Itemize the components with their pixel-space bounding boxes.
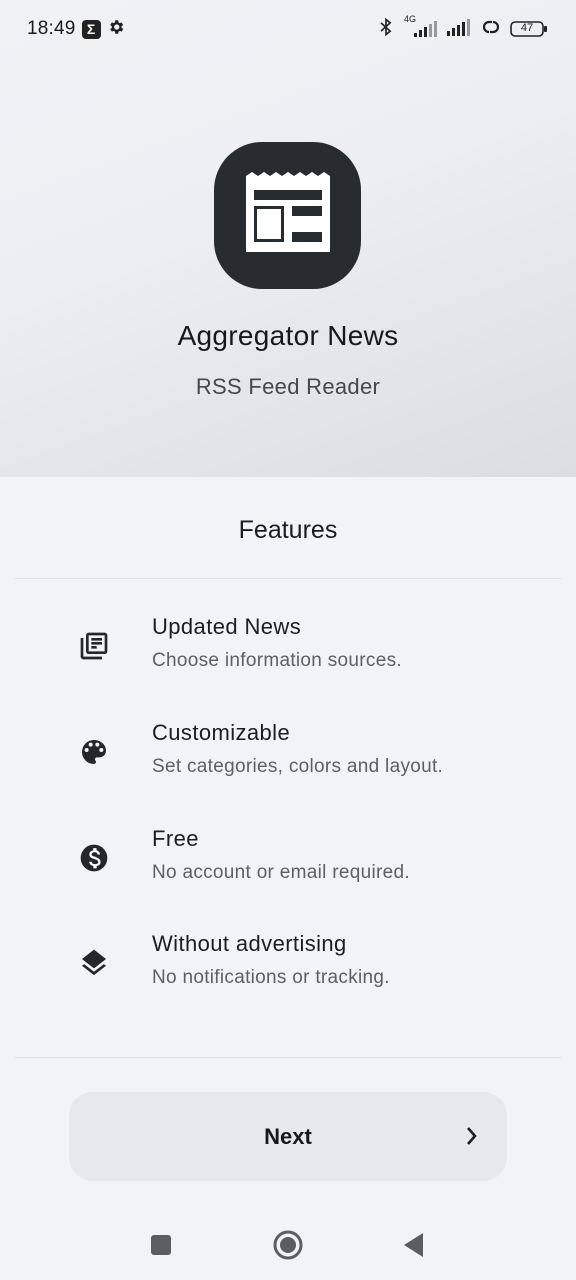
gear-icon bbox=[107, 18, 125, 41]
home-icon[interactable] bbox=[271, 1228, 305, 1262]
feature-title: Customizable bbox=[152, 720, 291, 745]
signal-icon bbox=[446, 17, 472, 42]
hotspot-icon bbox=[480, 17, 502, 42]
back-icon[interactable] bbox=[396, 1228, 430, 1262]
status-right: 4G 47 bbox=[376, 14, 548, 43]
bluetooth-icon bbox=[376, 16, 396, 43]
clock: 18:49 bbox=[27, 18, 76, 39]
news-list-icon bbox=[76, 628, 112, 664]
dollar-icon bbox=[76, 840, 112, 876]
app-logo bbox=[214, 142, 361, 289]
feature-description: No notifications or tracking. bbox=[152, 967, 390, 988]
next-button[interactable]: Next bbox=[69, 1092, 507, 1181]
app-title: Aggregator News bbox=[177, 320, 399, 351]
feature-title: Free bbox=[152, 826, 199, 851]
newspaper-icon bbox=[244, 172, 332, 259]
battery-level: 47 bbox=[520, 22, 534, 34]
feature-description: Set categories, colors and layout. bbox=[152, 756, 444, 777]
feature-description: No account or email required. bbox=[152, 862, 410, 883]
recents-icon[interactable] bbox=[144, 1228, 178, 1262]
feature-item-customizable: Customizable Set categories, colors and … bbox=[0, 720, 576, 800]
feature-item-free: Free No account or email required. bbox=[0, 826, 576, 906]
feature-item-without-advertising: Without advertising No notifications or … bbox=[0, 931, 576, 1011]
status-left: 18:49 Σ bbox=[27, 18, 125, 41]
next-button-label: Next bbox=[264, 1123, 312, 1149]
system-nav-bar bbox=[0, 1210, 576, 1280]
feature-title: Without advertising bbox=[152, 931, 347, 956]
status-bar: 18:49 Σ 4G 47 bbox=[0, 0, 576, 58]
feature-item-updated-news: Updated News Choose information sources. bbox=[0, 614, 576, 694]
feature-title: Updated News bbox=[152, 614, 302, 639]
signal-4g-icon: 4G bbox=[404, 14, 438, 40]
features-heading: Features bbox=[238, 516, 338, 544]
app-subtitle: RSS Feed Reader bbox=[195, 374, 381, 399]
feature-description: Choose information sources. bbox=[152, 650, 402, 671]
palette-icon bbox=[76, 734, 112, 770]
chevron-right-icon bbox=[465, 1125, 479, 1153]
divider-top bbox=[15, 578, 561, 579]
layers-icon bbox=[76, 945, 112, 981]
battery-icon: 47 bbox=[510, 20, 548, 38]
divider-bottom bbox=[15, 1057, 561, 1058]
sigma-icon: Σ bbox=[81, 19, 101, 39]
